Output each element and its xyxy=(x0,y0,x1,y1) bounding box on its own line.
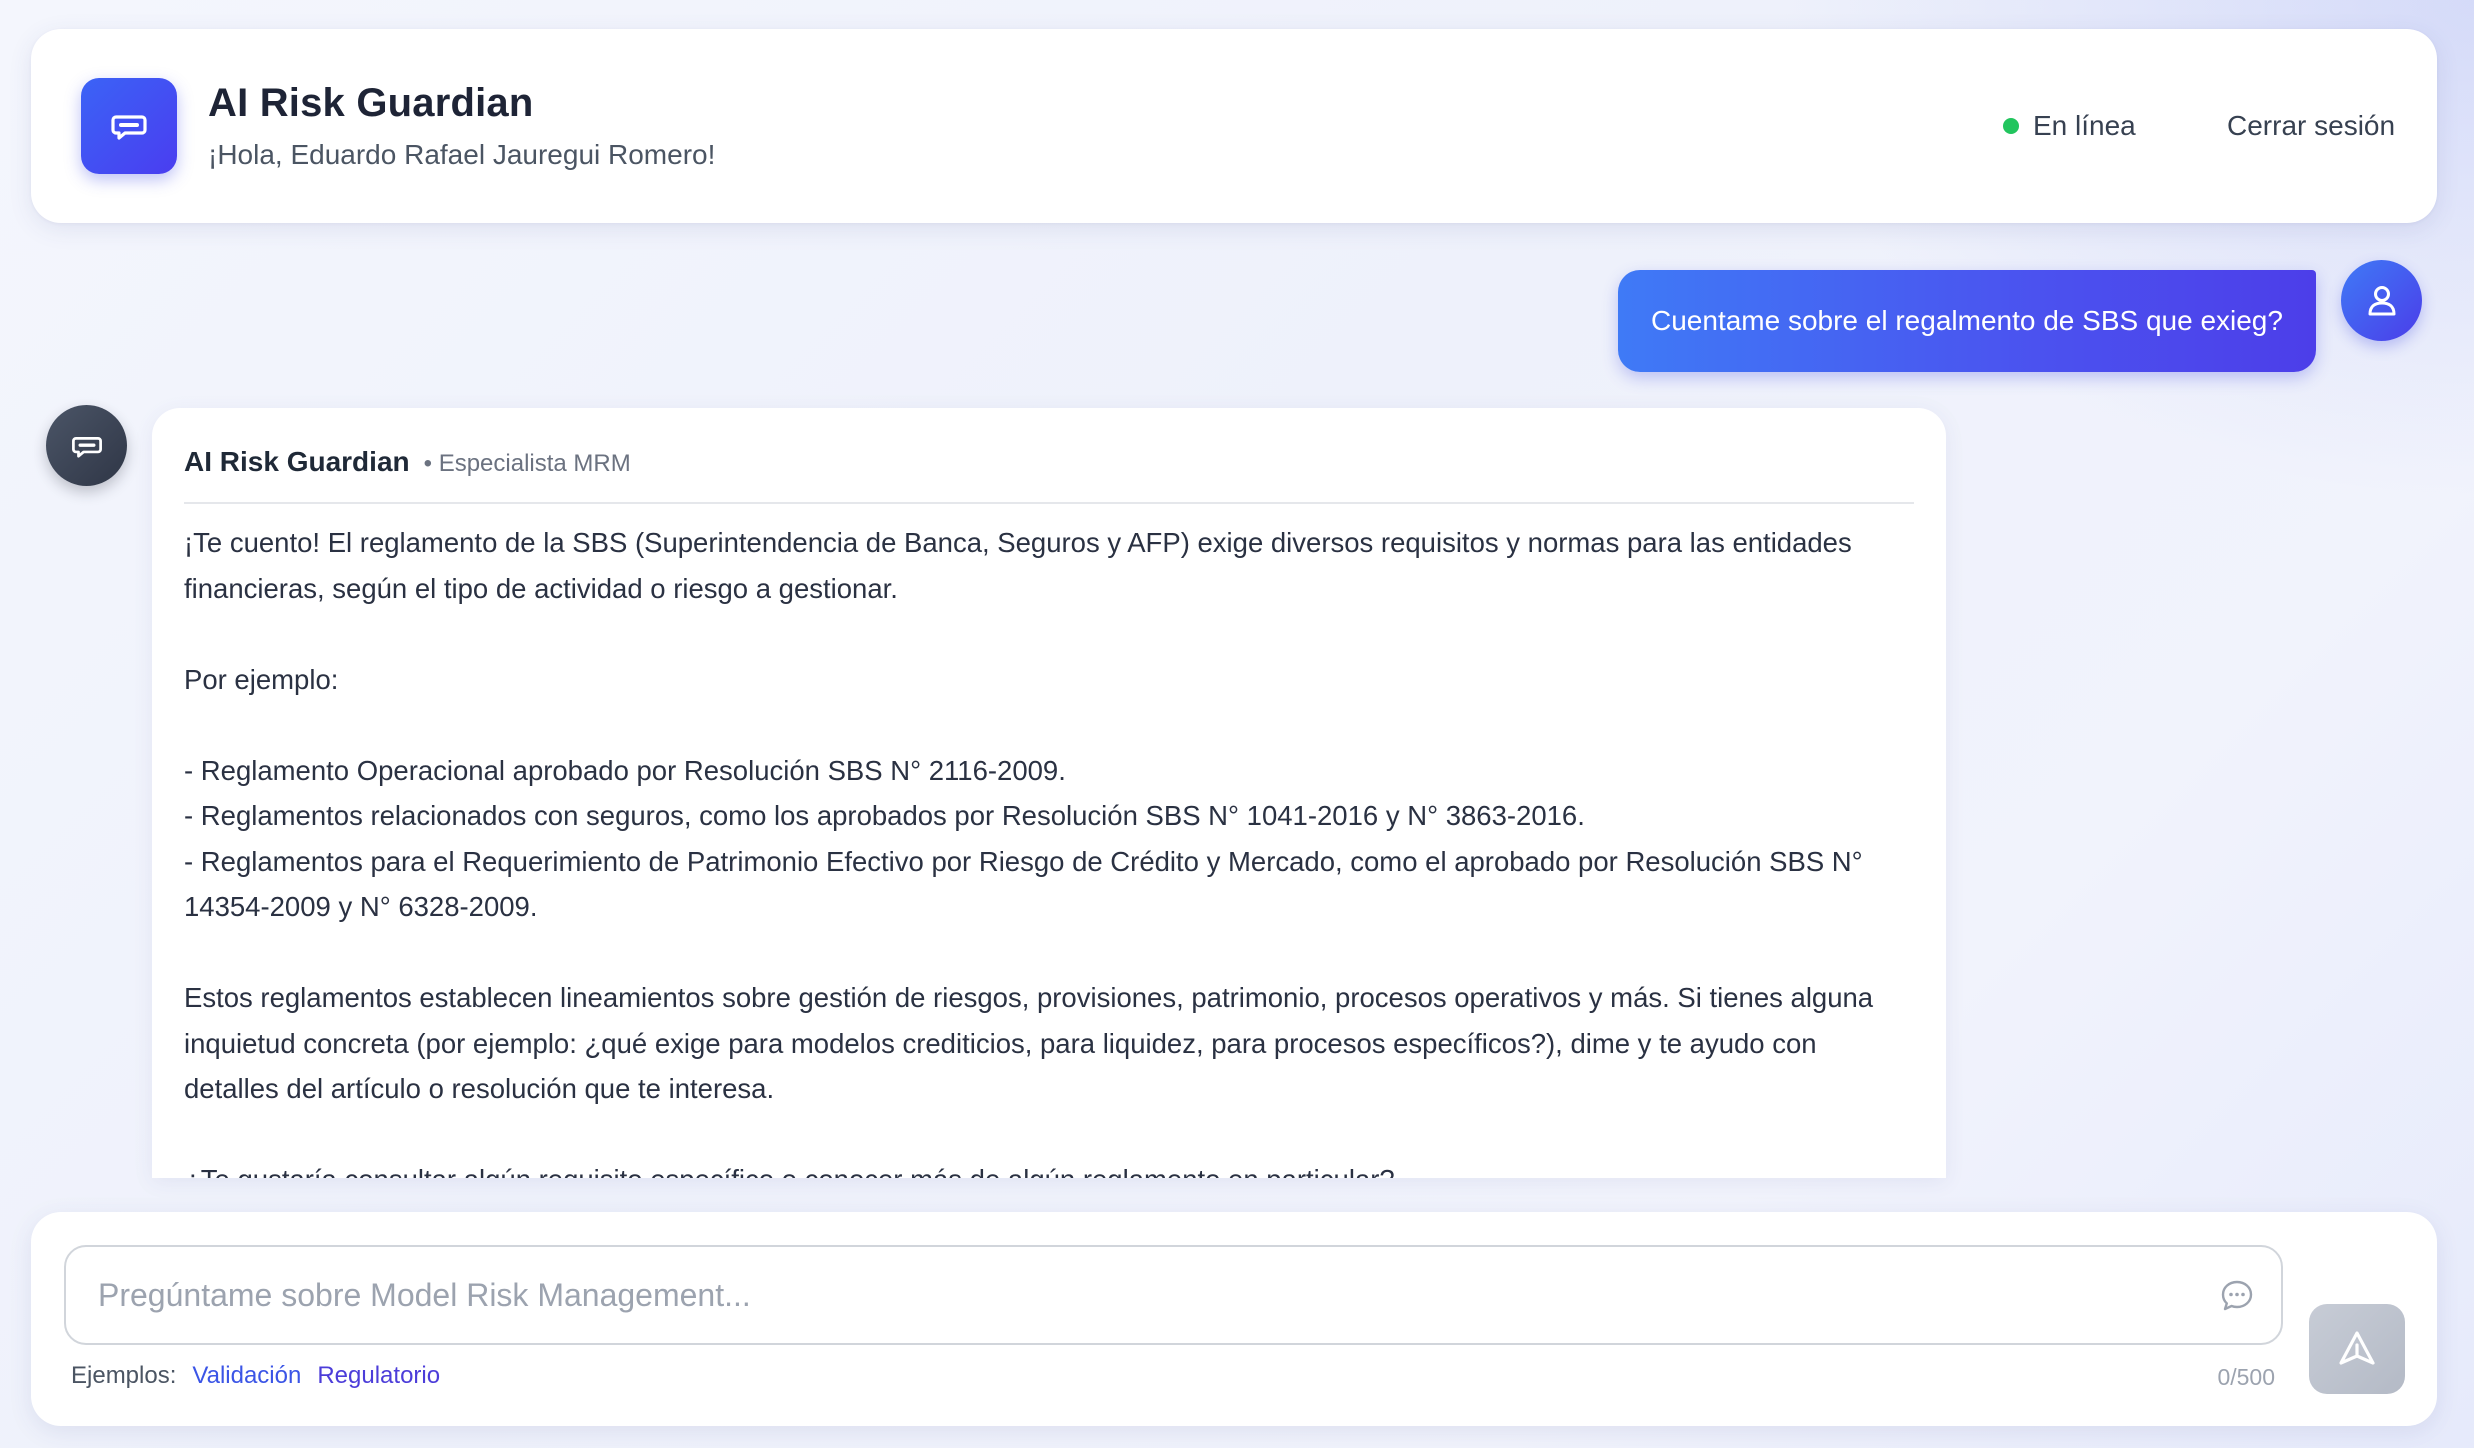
example-chip-regulatorio[interactable]: Regulatorio xyxy=(317,1362,440,1390)
user-message-bubble: Cuentame sobre el regalmento de SBS que … xyxy=(1618,270,2316,372)
online-status: En línea xyxy=(2003,110,2136,142)
bot-role: • Especialista MRM xyxy=(423,450,631,477)
bot-paragraph: ¡Te cuento! El reglamento de la SBS (Sup… xyxy=(184,527,1852,604)
app-header: AI Risk Guardian ¡Hola, Eduardo Rafael J… xyxy=(31,29,2437,223)
send-button[interactable] xyxy=(2309,1304,2405,1394)
user-icon xyxy=(2368,285,2395,315)
user-avatar xyxy=(2341,260,2422,341)
bot-message-header: AI Risk Guardian • Especialista MRM xyxy=(184,446,1914,504)
bot-list-item: - Reglamento Operacional aprobado por Re… xyxy=(184,754,1066,786)
status-dot-icon xyxy=(2003,118,2019,134)
examples-row: Ejemplos: Validación Regulatorio xyxy=(71,1362,440,1390)
bot-name: AI Risk Guardian xyxy=(184,446,410,477)
logout-button[interactable]: Cerrar sesión xyxy=(2227,110,2395,142)
examples-label: Ejemplos: xyxy=(71,1362,177,1389)
bot-message-card: AI Risk Guardian • Especialista MRM ¡Te … xyxy=(152,408,1946,1178)
message-composer: Ejemplos: Validación Regulatorio 0/500 xyxy=(31,1212,2437,1426)
bot-list-item: - Reglamentos para el Requerimiento de P… xyxy=(184,845,1863,923)
char-counter: 0/500 xyxy=(2217,1364,2275,1390)
user-greeting: ¡Hola, Eduardo Rafael Jauregui Romero! xyxy=(208,139,716,170)
send-icon xyxy=(2339,1331,2375,1365)
chat-bubble-icon xyxy=(71,436,102,458)
bot-message-body: ¡Te cuento! El reglamento de la SBS (Sup… xyxy=(184,520,1914,1178)
chat-bubble-icon xyxy=(111,115,147,140)
bot-list-item: - Reglamentos relacionados con seguros, … xyxy=(184,800,1585,831)
bot-paragraph: Estos reglamentos establecen lineamiento… xyxy=(184,982,1874,1104)
app-title: AI Risk Guardian xyxy=(208,81,534,125)
example-chip-validacion[interactable]: Validación xyxy=(192,1362,301,1390)
status-label: En línea xyxy=(2033,110,2136,141)
bot-paragraph: Por ejemplo: xyxy=(184,663,339,695)
bot-avatar xyxy=(46,405,127,486)
app-logo xyxy=(81,78,177,174)
chat-input[interactable] xyxy=(66,1247,2281,1343)
user-message-text: Cuentame sobre el regalmento de SBS que … xyxy=(1651,305,2283,336)
chat-icon xyxy=(2221,1280,2253,1311)
bot-paragraph: ¿Te gustaría consultar algún requisito e… xyxy=(184,1157,1914,1178)
chat-input-wrapper xyxy=(64,1245,2283,1345)
